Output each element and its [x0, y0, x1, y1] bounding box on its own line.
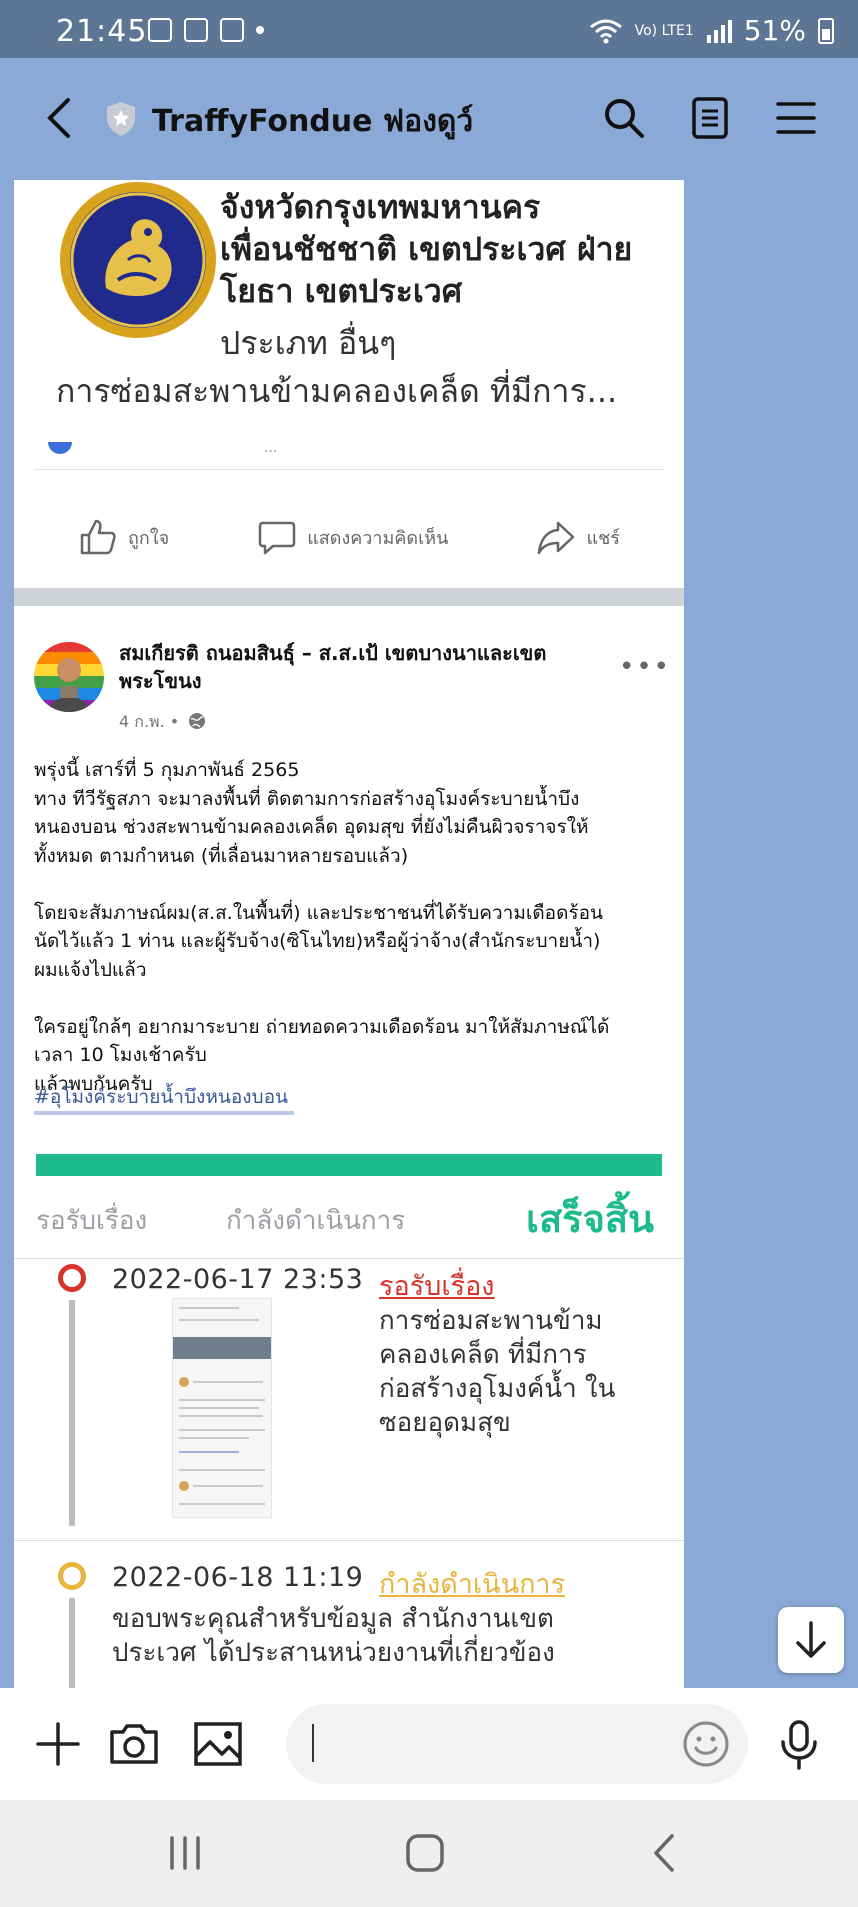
clipped-hashtag-line	[34, 1109, 294, 1117]
report-type: ประเภท อื่นๆ	[220, 324, 397, 362]
reaction-like-icon	[48, 442, 72, 454]
progress-bar	[36, 1154, 662, 1176]
timeline-description: ขอบพระคุณสำหรับข้อมูล สำนักงานเขต ประเวศ…	[112, 1604, 555, 1668]
post-meta: 4 ก.พ. •	[119, 710, 206, 735]
stage-in-progress: กำลังดำเนินการ	[226, 1206, 406, 1236]
timeline-entry: 2022-06-18 11:19 กำลังดำเนินการ ขอบพระคุ…	[14, 1558, 684, 1690]
fan-notification-icon	[184, 18, 208, 42]
post-paragraph: โดยจะสัมภาษณ์ผม(ส.ส.ในพื้นที่) และประชาช…	[34, 901, 604, 981]
system-navigation-bar	[0, 1800, 858, 1907]
status-dot-icon	[58, 1562, 86, 1590]
poster-avatar	[34, 642, 104, 712]
signal-icon	[706, 19, 732, 43]
battery-icon	[818, 17, 834, 44]
notes-icon[interactable]	[688, 96, 732, 140]
text-cursor	[312, 1724, 314, 1762]
share-action: แชร์	[536, 517, 620, 557]
status-bar: 21:45 Vo) LTE1 51%	[0, 0, 858, 58]
chat-title: TraffyFondue ฟองดูว์	[152, 104, 474, 139]
gallery-notification-icon	[148, 18, 172, 42]
more-options-icon: •••	[619, 652, 672, 682]
status-time: 21:45	[56, 14, 148, 49]
timeline-status: รอรับเรื่อง	[379, 1271, 495, 1302]
wifi-icon	[589, 19, 622, 43]
clipped-reaction-row: ···	[34, 442, 664, 470]
comment-action: แสดงความคิดเห็น	[257, 517, 448, 557]
share-icon	[538, 521, 575, 555]
stage-completed: เสร็จสิ้น	[526, 1197, 655, 1241]
plus-icon[interactable]	[32, 1718, 84, 1770]
arrow-down-icon	[796, 1621, 826, 1658]
post-divider	[14, 588, 684, 606]
back-arrow-icon[interactable]	[40, 96, 80, 140]
camera-icon[interactable]	[108, 1718, 160, 1770]
image-icon[interactable]	[192, 1718, 244, 1770]
timeline-line	[69, 1598, 75, 1690]
timeline-line	[69, 1300, 75, 1526]
comment-icon	[258, 521, 296, 555]
timeline-status: กำลังดำเนินการ	[379, 1569, 566, 1600]
more-notifications-icon	[256, 26, 264, 34]
timeline-description: การซ่อมสะพานข้าม คลองเคล็ด ที่มีการ ก่อส…	[379, 1306, 616, 1438]
report-message-card[interactable]: จังหวัดกรุงเทพมหานคร เพื่อนชัชชาติ เขตปร…	[14, 180, 684, 1690]
report-photo-thumbnail[interactable]	[172, 1298, 272, 1518]
post-hashtag: #อุโมงค์ระบายน้ำบึงหนองบอน	[34, 1086, 288, 1108]
status-dot-icon	[58, 1264, 86, 1292]
battery-percent: 51%	[743, 14, 806, 47]
search-icon[interactable]	[602, 96, 646, 140]
microphone-icon[interactable]	[776, 1718, 822, 1770]
like-action: ถูกใจ	[78, 517, 169, 557]
recent-apps-icon[interactable]	[160, 1828, 210, 1878]
network-label: Vo) LTE1	[634, 22, 694, 39]
agency-name: จังหวัดกรุงเทพมหานคร เพื่อนชัชชาติ เขตปร…	[220, 188, 633, 310]
thumbs-up-icon	[80, 519, 116, 555]
timeline-datetime: 2022-06-17 23:53	[112, 1264, 364, 1295]
post-paragraph: พรุ่งนี้ เสาร์ที่ 5 กุมภาพันธ์ 2565 ทาง …	[34, 759, 589, 867]
report-subject: การซ่อมสะพานข้ามคลองเคล็ด ที่มีการ...	[56, 372, 618, 410]
chat-header: TraffyFondue ฟองดูว์	[0, 58, 858, 182]
post-body: พรุ่งนี้ เสาร์ที่ 5 กุมภาพันธ์ 2565 ทาง …	[34, 756, 674, 1098]
scroll-down-button[interactable]	[778, 1607, 844, 1673]
home-icon[interactable]	[400, 1828, 450, 1878]
timeline-datetime: 2022-06-18 11:19	[112, 1562, 364, 1593]
emoji-icon[interactable]	[682, 1720, 730, 1768]
official-account-shield-icon	[107, 102, 135, 136]
timeline-entry: 2022-06-17 23:53 รอรับเรื่อง การซ่อมสะพา…	[14, 1258, 684, 1540]
poster-name: สมเกียรติ ถนอมสินธุ์ – ส.ส.เป้ เขตบางนาแ…	[119, 641, 547, 693]
stage-pending: รอรับเรื่อง	[36, 1206, 148, 1236]
system-back-icon[interactable]	[640, 1828, 690, 1878]
post-actions: ถูกใจ แสดงความคิดเห็น แชร์	[34, 502, 664, 572]
message-composer	[0, 1688, 858, 1800]
menu-icon[interactable]	[774, 96, 818, 140]
globe-icon	[189, 713, 206, 729]
message-input[interactable]	[286, 1704, 748, 1784]
timeline-divider	[14, 1540, 684, 1541]
bangkok-seal-logo	[60, 182, 216, 338]
app-notification-icon	[220, 18, 244, 42]
